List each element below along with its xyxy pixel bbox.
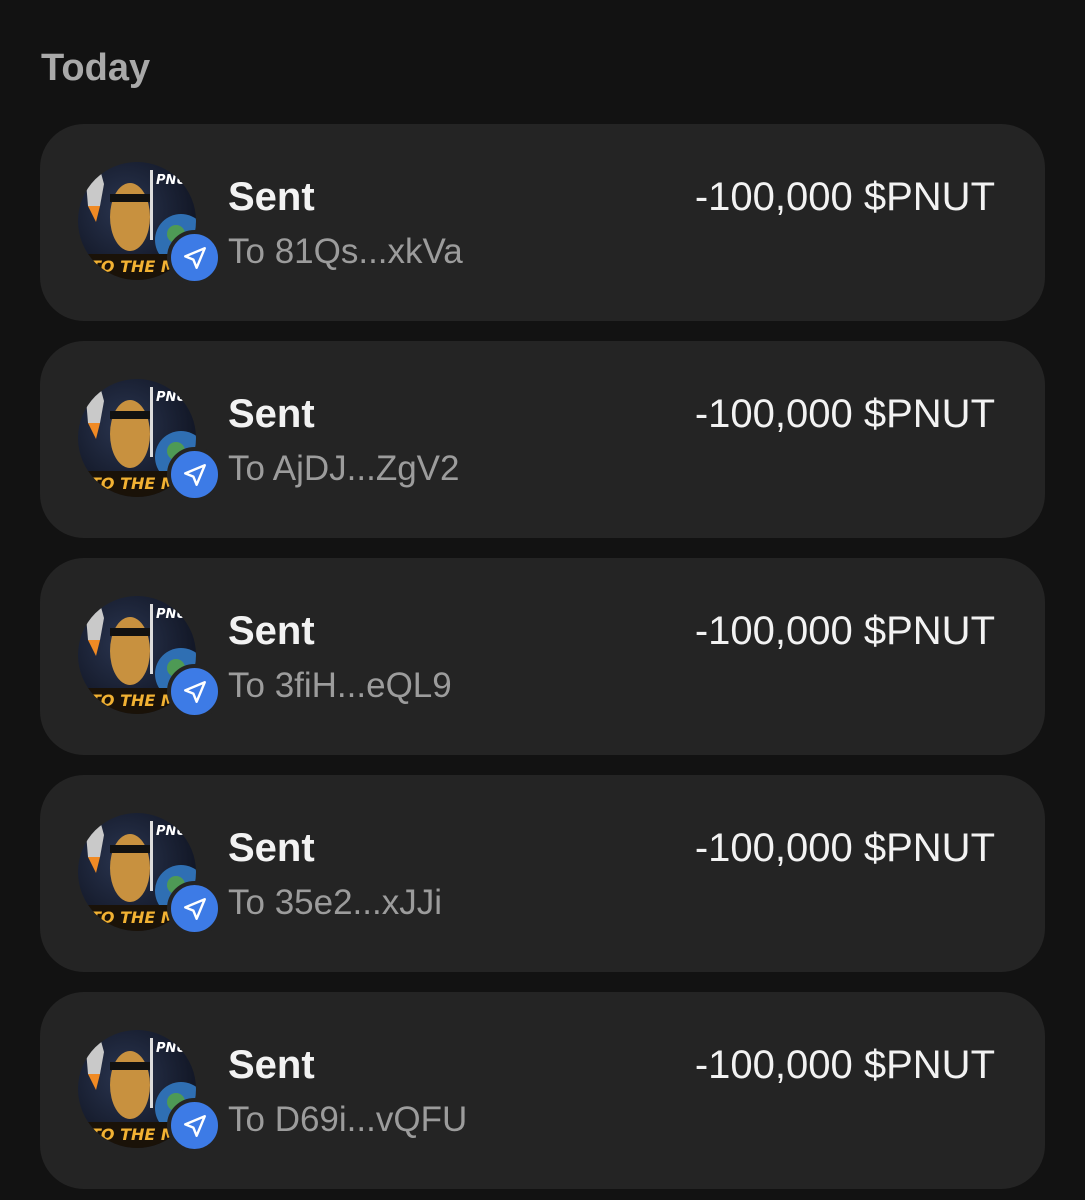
send-badge: [167, 230, 222, 285]
transaction-type: Sent: [228, 392, 315, 436]
transaction-amount: -100,000 $PNUT: [694, 392, 995, 436]
svg-text:PNUT CHAOS: PNUT CHAOS: [156, 824, 196, 839]
transaction-row[interactable]: PNUT CHAOS TO THE M Sent To AjDJ...ZgV2 …: [40, 341, 1045, 538]
send-badge: [167, 664, 222, 719]
transaction-amount: -100,000 $PNUT: [694, 826, 995, 870]
transaction-recipient: To D69i...vQFU: [228, 1100, 468, 1139]
transaction-recipient: To 81Qs...xkVa: [228, 232, 463, 271]
send-badge: [167, 1098, 222, 1153]
transaction-row[interactable]: PNUT CHAOS TO THE M Sent To 81Qs...xkVa …: [40, 124, 1045, 321]
send-arrow-icon: [183, 246, 206, 269]
svg-text:TO THE M: TO THE M: [90, 1125, 177, 1144]
svg-text:TO THE M: TO THE M: [90, 908, 177, 927]
send-arrow-icon: [183, 463, 206, 486]
token-avatar: PNUT CHAOS TO THE M: [78, 813, 222, 936]
send-badge: [167, 447, 222, 502]
transaction-list: PNUT CHAOS TO THE M Sent To 81Qs...xkVa …: [40, 124, 1045, 1200]
transaction-recipient: To AjDJ...ZgV2: [228, 449, 460, 488]
token-avatar: PNUT CHAOS TO THE M: [78, 596, 222, 719]
transaction-amount: -100,000 $PNUT: [694, 1043, 995, 1087]
send-badge: [167, 881, 222, 936]
transaction-type: Sent: [228, 826, 315, 870]
send-arrow-icon: [183, 897, 206, 920]
svg-text:PNUT CHAOS: PNUT CHAOS: [156, 607, 196, 622]
transaction-amount: -100,000 $PNUT: [694, 175, 995, 219]
section-title-today: Today: [41, 47, 151, 89]
transaction-type: Sent: [228, 175, 315, 219]
svg-text:TO THE M: TO THE M: [90, 691, 177, 710]
svg-text:PNUT CHAOS: PNUT CHAOS: [156, 173, 196, 188]
transaction-type: Sent: [228, 1043, 315, 1087]
transaction-row[interactable]: PNUT CHAOS TO THE M Sent To D69i...vQFU …: [40, 992, 1045, 1189]
svg-text:PNUT CHAOS: PNUT CHAOS: [156, 390, 196, 405]
send-arrow-icon: [183, 680, 206, 703]
send-arrow-icon: [183, 1114, 206, 1137]
token-avatar: PNUT CHAOS TO THE M: [78, 379, 222, 502]
svg-text:PNUT CHAOS: PNUT CHAOS: [156, 1041, 196, 1056]
transaction-recipient: To 3fiH...eQL9: [228, 666, 452, 705]
svg-text:TO THE M: TO THE M: [90, 474, 177, 493]
transaction-row[interactable]: PNUT CHAOS TO THE M Sent To 3fiH...eQL9 …: [40, 558, 1045, 755]
transaction-amount: -100,000 $PNUT: [694, 609, 995, 653]
transaction-type: Sent: [228, 609, 315, 653]
transaction-row[interactable]: PNUT CHAOS TO THE M Sent To 35e2...xJJi …: [40, 775, 1045, 972]
token-avatar: PNUT CHAOS TO THE M: [78, 162, 222, 285]
svg-text:TO THE M: TO THE M: [90, 257, 177, 276]
token-avatar: PNUT CHAOS TO THE M: [78, 1030, 222, 1153]
transaction-recipient: To 35e2...xJJi: [228, 883, 442, 922]
